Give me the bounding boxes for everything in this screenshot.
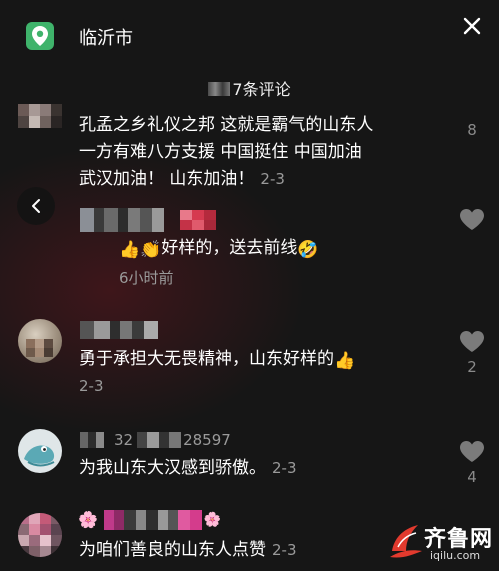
- reply-text: 👍👏好样的，送去前线🤣: [119, 238, 319, 260]
- comment-text: 为我山东大汉感到骄傲。 2-3: [79, 458, 297, 478]
- like-count: 4: [467, 468, 477, 486]
- like-button[interactable]: 4: [452, 440, 492, 486]
- chevron-left-icon[interactable]: [17, 187, 55, 225]
- avatar[interactable]: [18, 319, 62, 363]
- comment-text: 孔孟之乡礼仪之邦 这就是霸气的山东人 一方有难八方支援 中国挺住 中国加油 武汉…: [79, 115, 374, 189]
- heart-icon: [460, 441, 484, 462]
- map-pin-icon[interactable]: [26, 22, 54, 50]
- like-count: 2: [467, 358, 477, 376]
- reply-username-mosaic: [80, 208, 164, 232]
- comment-text: 为咱们善良的山东人点赞 2-3: [79, 540, 297, 560]
- thumbs-up-icon: 👍: [119, 240, 141, 260]
- username-mosaic: [80, 321, 158, 339]
- comment-date: 2-3: [79, 377, 104, 395]
- location-label[interactable]: 临沂市: [79, 24, 133, 50]
- flower-icon: 🌸: [203, 512, 222, 528]
- watermark-url: iqilu.com: [430, 549, 481, 562]
- watermark-logo: 齐鲁网 iqilu.com: [386, 517, 496, 567]
- heart-icon: [460, 331, 484, 352]
- comment-text: 勇于承担大无畏精神，山东好样的👍 2-3: [79, 346, 439, 399]
- laughing-face-icon: 🤣: [297, 240, 319, 260]
- like-count: 8: [467, 121, 477, 139]
- username-mosaic: 🌸 🌸: [78, 510, 221, 530]
- reply-time: 6小时前: [119, 269, 174, 287]
- avatar[interactable]: [18, 104, 64, 132]
- comments-panel: 临沂市 7条评论 孔孟之乡礼仪之邦 这就是霸气的山东人 一方有难八方支援 中国挺…: [0, 0, 499, 571]
- comment-date: 2-3: [260, 170, 285, 188]
- avatar[interactable]: [18, 513, 62, 557]
- clapping-hands-icon: 👏: [140, 240, 162, 260]
- username: 32 28597: [80, 431, 231, 449]
- heart-icon: [460, 209, 484, 230]
- like-button[interactable]: 8: [452, 117, 492, 139]
- flower-icon: 🌸: [78, 510, 98, 529]
- like-button[interactable]: [452, 208, 492, 232]
- blurred-digit: [208, 82, 231, 96]
- reply-badge-mosaic: [180, 210, 216, 230]
- comment-date: 2-3: [272, 459, 297, 477]
- like-button[interactable]: 2: [452, 330, 492, 376]
- comment-count-title: 7条评论: [0, 76, 499, 100]
- comment-date: 2-3: [272, 541, 297, 559]
- thumbs-up-icon: 👍: [334, 351, 356, 371]
- avatar[interactable]: [18, 429, 62, 473]
- close-icon[interactable]: [458, 12, 486, 40]
